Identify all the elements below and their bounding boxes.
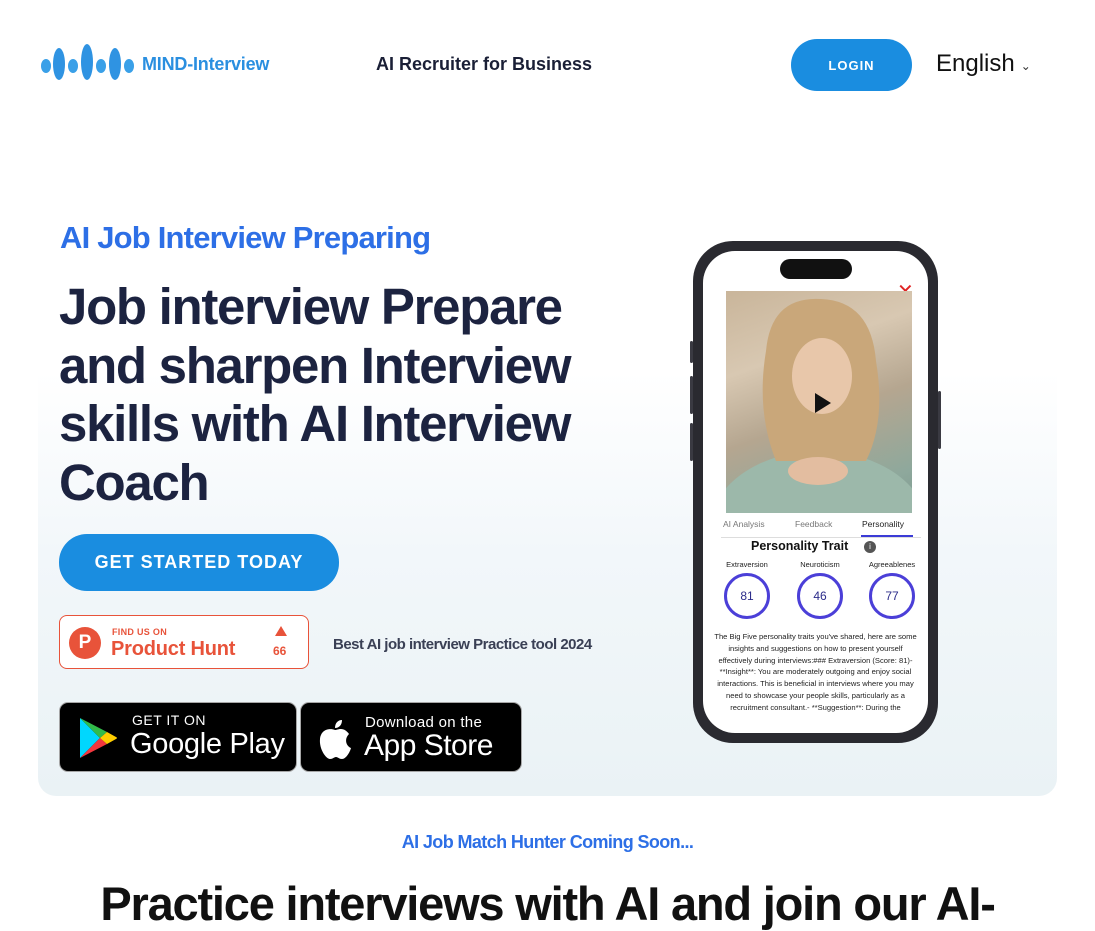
hero-headline: Job interview Prepare and sharpen Interv… [59, 278, 572, 511]
product-hunt-small-text: FIND US ON [112, 627, 168, 637]
trait-score: 46 [797, 573, 843, 619]
section-title: Practice interviews with AI and join our… [100, 877, 996, 930]
tab-ai-analysis[interactable]: AI Analysis [723, 519, 765, 529]
tab-divider [721, 537, 921, 538]
coming-soon-label: AI Job Match Hunter Coming Soon... [401, 832, 694, 852]
site-header: MIND-Interview AI Recruiter for Business… [0, 0, 1095, 130]
product-hunt-icon: P [69, 627, 101, 659]
trait-extraversion: Extraversion 81 [717, 560, 777, 619]
trait-label: Neuroticism [800, 560, 840, 569]
trait-score: 77 [869, 573, 915, 619]
tab-feedback[interactable]: Feedback [795, 519, 832, 529]
login-button[interactable]: LOGIN [791, 39, 912, 91]
interview-video[interactable] [726, 291, 912, 513]
nav-ai-recruiter-link[interactable]: AI Recruiter for Business [376, 54, 592, 75]
info-icon[interactable]: i [864, 541, 876, 553]
trait-score: 81 [724, 573, 770, 619]
brand-name: MIND-Interview [142, 53, 270, 74]
trait-label: Extraversion [726, 560, 768, 569]
product-hunt-badge[interactable]: P FIND US ON Product Hunt 66 [59, 615, 309, 669]
phone-side-button [690, 341, 693, 363]
logo-icon [41, 44, 134, 80]
trait-agreeableness: Agreeablenes 77 [862, 560, 922, 619]
upvote-arrow-icon [275, 626, 287, 636]
award-caption: Best AI job interview Practice tool 2024 [333, 636, 592, 653]
app-store-label: App Store [364, 729, 493, 762]
app-store-button[interactable]: Download on the App Store [300, 702, 522, 772]
logo[interactable]: MIND-Interview [40, 40, 269, 88]
phone-side-button [938, 391, 941, 449]
upvote-count: 66 [273, 644, 287, 658]
hero-eyebrow: AI Job Interview Preparing [60, 220, 431, 255]
language-selector[interactable]: English ⌄ [936, 50, 1031, 78]
active-tab-indicator [861, 535, 913, 537]
trait-neuroticism: Neuroticism 46 [790, 560, 850, 619]
phone-notch [780, 259, 852, 279]
trait-label: Agreeablenes [868, 560, 916, 569]
language-label: English [936, 50, 1015, 77]
google-play-icon [80, 718, 117, 758]
tab-personality[interactable]: Personality [862, 519, 904, 529]
phone-mockup: ✕ AI Analysis Feedback Personality Perso… [690, 241, 941, 743]
product-hunt-label: Product Hunt [111, 638, 236, 660]
phone-side-button [690, 376, 693, 414]
google-play-small-text: GET IT ON [132, 712, 206, 728]
personality-trait-title: Personality Trait [751, 539, 849, 553]
phone-side-button [690, 423, 693, 461]
get-started-button[interactable]: GET STARTED TODAY [59, 534, 339, 591]
google-play-button[interactable]: GET IT ON Google Play [59, 702, 297, 772]
personality-insight-text: The Big Five personality traits you've s… [714, 632, 917, 712]
google-play-label: Google Play [130, 728, 285, 760]
play-icon[interactable] [815, 393, 831, 413]
analysis-tabs: AI Analysis Feedback Personality [716, 519, 921, 538]
apple-icon [319, 720, 351, 759]
phone-screen: ✕ AI Analysis Feedback Personality Perso… [703, 251, 928, 733]
chevron-down-icon: ⌄ [1020, 59, 1031, 73]
